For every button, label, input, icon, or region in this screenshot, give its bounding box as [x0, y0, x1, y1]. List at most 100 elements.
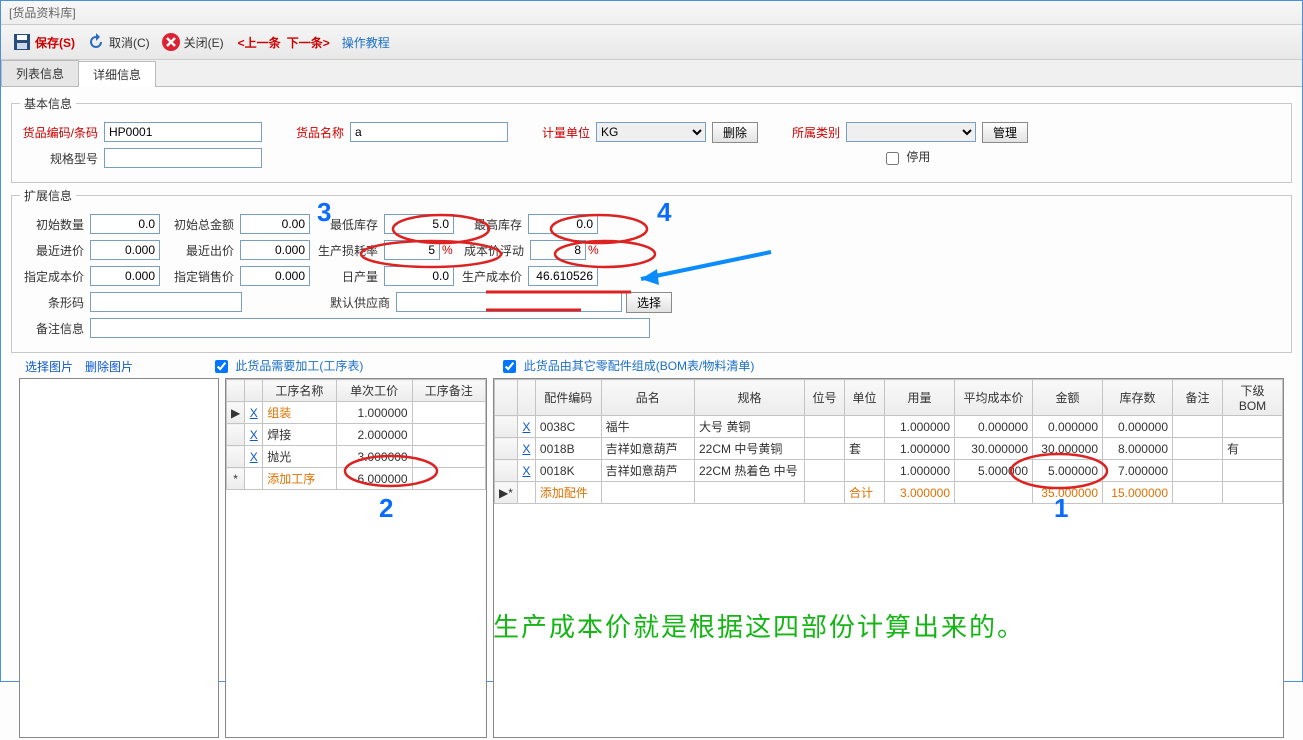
choose-image-link[interactable]: 选择图片	[25, 358, 73, 375]
add-part-cell[interactable]: 添加配件	[535, 482, 601, 504]
bom-subbom-cell[interactable]	[1223, 460, 1283, 482]
bom-pos-cell[interactable]	[805, 438, 845, 460]
prev-record-link[interactable]: <上一条	[238, 34, 281, 51]
bom-unit-cell[interactable]	[845, 416, 885, 438]
bom-pos-cell[interactable]	[805, 416, 845, 438]
tutorial-link[interactable]: 操作教程	[342, 34, 390, 51]
bom-remark-cell[interactable]	[1173, 438, 1223, 460]
disable-checkbox-wrap[interactable]: 停用	[882, 148, 930, 167]
bom-avgcost-cell[interactable]: 0.000000	[955, 416, 1033, 438]
close-button[interactable]: 关闭(E)	[158, 29, 226, 55]
table-row[interactable]: X抛光3.000000	[227, 446, 486, 468]
bom-code-cell[interactable]: 0038C	[535, 416, 601, 438]
bom-amount-cell[interactable]: 30.000000	[1033, 438, 1103, 460]
bom-name-cell[interactable]: 福牛	[601, 416, 694, 438]
min-stock-input[interactable]	[384, 214, 454, 234]
bom-checkbox[interactable]	[503, 360, 516, 373]
bom-code-cell[interactable]: 0018K	[535, 460, 601, 482]
process-remark-cell[interactable]	[412, 402, 485, 424]
last-in-input[interactable]	[90, 240, 160, 260]
bom-remark-cell[interactable]	[1173, 460, 1223, 482]
barcode-input[interactable]	[90, 292, 242, 312]
table-row[interactable]: ▶X组装1.000000	[227, 402, 486, 424]
disable-checkbox[interactable]	[886, 152, 899, 165]
last-out-input[interactable]	[240, 240, 310, 260]
bom-qty-cell[interactable]: 1.000000	[885, 416, 955, 438]
daily-out-input[interactable]	[384, 266, 454, 286]
next-record-link[interactable]: 下一条>	[287, 34, 330, 51]
bom-amount-cell[interactable]: 5.000000	[1033, 460, 1103, 482]
delete-row-icon[interactable]: X	[245, 402, 263, 424]
process-name-cell[interactable]: 抛光	[263, 446, 336, 468]
loss-rate-input[interactable]	[384, 240, 440, 260]
bom-pos-cell[interactable]	[805, 460, 845, 482]
bom-code-cell[interactable]: 0018B	[535, 438, 601, 460]
bom-stock-cell[interactable]: 8.000000	[1103, 438, 1173, 460]
bom-remark-cell[interactable]	[1173, 416, 1223, 438]
remark-input[interactable]	[90, 318, 650, 338]
delete-row-icon[interactable]: X	[245, 424, 263, 446]
new-process-row[interactable]: *添加工序6.000000	[227, 468, 486, 490]
bom-avgcost-cell[interactable]: 5.000000	[955, 460, 1033, 482]
add-process-cell[interactable]: 添加工序	[263, 468, 336, 490]
bom-spec-cell[interactable]: 大号 黄铜	[695, 416, 805, 438]
bom-sum-row[interactable]: ▶*添加配件合计3.00000035.00000015.000000	[495, 482, 1283, 504]
cost-float-input[interactable]	[530, 240, 586, 260]
bom-subbom-cell[interactable]: 有	[1223, 438, 1283, 460]
bom-spec-cell[interactable]: 22CM 热着色 中号	[695, 460, 805, 482]
bom-name-cell[interactable]: 吉祥如意葫芦	[601, 460, 694, 482]
process-name-cell[interactable]: 焊接	[263, 424, 336, 446]
spec-input[interactable]	[104, 148, 262, 168]
table-row[interactable]: X0018B吉祥如意葫芦22CM 中号黄铜套1.00000030.0000003…	[495, 438, 1283, 460]
cancel-button[interactable]: 取消(C)	[83, 29, 152, 55]
delete-row-icon[interactable]: X	[517, 416, 535, 438]
bom-stock-cell[interactable]: 0.000000	[1103, 416, 1173, 438]
bom-amount-cell[interactable]: 0.000000	[1033, 416, 1103, 438]
process-price-cell[interactable]: 3.000000	[336, 446, 412, 468]
manage-category-button[interactable]: 管理	[982, 122, 1028, 143]
unit-select[interactable]: KG	[596, 122, 706, 142]
bom-amount-header: 金额	[1033, 380, 1103, 416]
bom-unit-cell[interactable]	[845, 460, 885, 482]
name-input[interactable]	[350, 122, 508, 142]
bom-subbom-cell[interactable]	[1223, 416, 1283, 438]
table-row[interactable]: X焊接2.000000	[227, 424, 486, 446]
delete-row-icon[interactable]: X	[517, 438, 535, 460]
init-amt-input[interactable]	[240, 214, 310, 234]
process-price-cell[interactable]: 1.000000	[336, 402, 412, 424]
bom-grid[interactable]: 配件编码 品名 规格 位号 单位 用量 平均成本价 金额 库存数 备注 下级BO…	[494, 379, 1283, 504]
set-sale-input[interactable]	[240, 266, 310, 286]
process-name-cell[interactable]: 组装	[263, 402, 336, 424]
table-row[interactable]: X0038C福牛大号 黄铜1.0000000.0000000.0000000.0…	[495, 416, 1283, 438]
bom-qty-cell[interactable]: 1.000000	[885, 460, 955, 482]
delete-image-link[interactable]: 删除图片	[85, 358, 133, 375]
delete-row-icon[interactable]: X	[245, 446, 263, 468]
delete-unit-button[interactable]: 删除	[712, 122, 758, 143]
save-button[interactable]: 保存(S)	[9, 29, 77, 55]
bom-checkbox-wrap[interactable]: 此货品由其它零配件组成(BOM表/物料清单)	[499, 357, 754, 376]
process-remark-cell[interactable]	[412, 424, 485, 446]
process-checkbox-wrap[interactable]: 此货品需要加工(工序表)	[211, 357, 363, 376]
bom-stock-cell[interactable]: 7.000000	[1103, 460, 1173, 482]
supplier-input[interactable]	[396, 292, 622, 312]
code-input[interactable]	[104, 122, 262, 142]
bom-spec-cell[interactable]: 22CM 中号黄铜	[695, 438, 805, 460]
tab-detail-info[interactable]: 详细信息	[78, 61, 156, 87]
process-remark-cell[interactable]	[412, 446, 485, 468]
bom-qty-cell[interactable]: 1.000000	[885, 438, 955, 460]
select-supplier-button[interactable]: 选择	[626, 292, 672, 313]
delete-row-icon[interactable]: X	[517, 460, 535, 482]
init-qty-input[interactable]	[90, 214, 160, 234]
bom-avgcost-cell[interactable]: 30.000000	[955, 438, 1033, 460]
process-price-cell[interactable]: 2.000000	[336, 424, 412, 446]
max-stock-input[interactable]	[528, 214, 598, 234]
set-cost-input[interactable]	[90, 266, 160, 286]
bom-name-cell[interactable]: 吉祥如意葫芦	[601, 438, 694, 460]
tab-list-info[interactable]: 列表信息	[1, 60, 79, 86]
table-row[interactable]: X0018K吉祥如意葫芦22CM 热着色 中号1.0000005.0000005…	[495, 460, 1283, 482]
prod-cost-input[interactable]	[528, 266, 598, 286]
process-checkbox[interactable]	[215, 360, 228, 373]
category-select[interactable]	[846, 122, 976, 142]
process-grid[interactable]: 工序名称 单次工价 工序备注 ▶X组装1.000000X焊接2.000000X抛…	[226, 379, 486, 490]
bom-unit-cell[interactable]: 套	[845, 438, 885, 460]
